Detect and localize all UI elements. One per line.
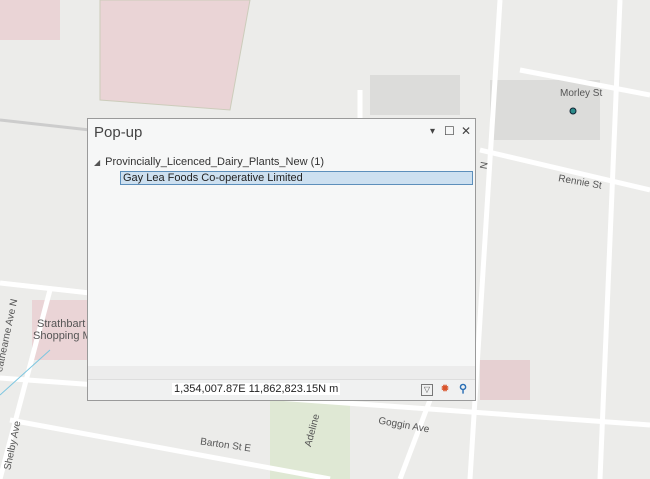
zoom-to-icon[interactable]: ⚲ — [456, 382, 470, 396]
popup-content-area — [88, 366, 475, 380]
popup-footer: 1,354,007.87E 11,862,823.15N m ▽ ✹ ⚲ — [88, 379, 475, 400]
collapse-triangle-icon[interactable]: ◢ — [94, 158, 100, 167]
street-label: Morley St — [560, 88, 603, 99]
menu-dropdown-icon[interactable]: ▾ — [430, 126, 435, 137]
close-button[interactable]: ✕ — [461, 124, 471, 138]
popup-window: Pop-up ▾ ☐ ✕ ◢ Provincially_Licenced_Dair… — [87, 118, 476, 401]
poi-label: Shopping M — [33, 330, 92, 342]
industrial-building — [99, 0, 251, 111]
feature-item[interactable]: Gay Lea Foods Co-operative Limited — [120, 171, 473, 185]
building — [0, 0, 60, 40]
poi-label: Strathbart — [37, 318, 86, 330]
filter-icon[interactable]: ▽ — [421, 384, 433, 396]
flash-icon[interactable]: ✹ — [438, 382, 452, 396]
coordinates-readout: 1,354,007.87E 11,862,823.15N m — [172, 383, 341, 395]
maximize-button[interactable]: ☐ — [444, 124, 455, 138]
layer-name: Provincially_Licenced_Dairy_Plants_New (… — [105, 156, 325, 168]
layer-node[interactable]: ◢ Provincially_Licenced_Dairy_Plants_New … — [94, 156, 324, 168]
popup-title: Pop-up — [94, 124, 143, 141]
dairy-plant-point — [569, 107, 577, 115]
